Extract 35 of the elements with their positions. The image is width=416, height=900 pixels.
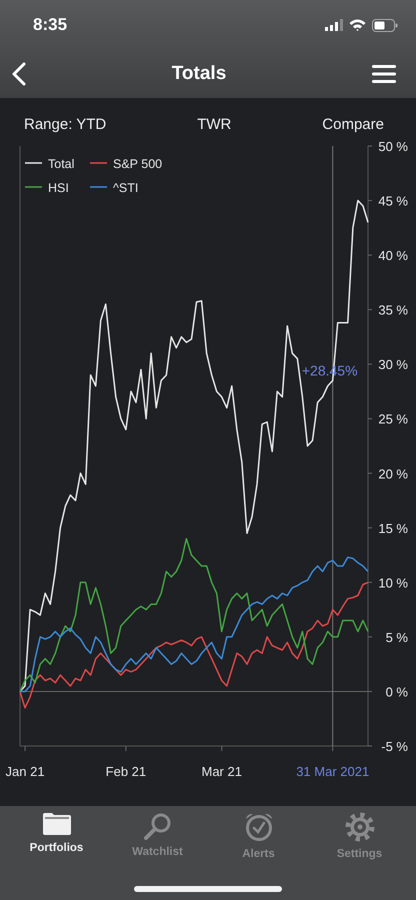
gear-icon	[344, 812, 374, 842]
legend-label: HSI	[48, 181, 69, 195]
y-axis-label: 35 %	[378, 302, 408, 318]
y-axis-label: 25 %	[378, 412, 408, 427]
chart-option-button[interactable]: Range: YTD	[22, 114, 108, 134]
x-axis-label: Mar 21	[202, 764, 242, 779]
search-icon	[142, 812, 172, 840]
folder-icon	[42, 812, 72, 836]
battery-icon	[372, 18, 398, 32]
y-axis-label: 0 %	[386, 684, 408, 700]
wifi-icon	[349, 19, 366, 31]
selected-date-label: 31 Mar 2021	[296, 764, 370, 779]
legend-label: S&P 500	[113, 157, 162, 171]
y-axis-label: 10 %	[378, 575, 408, 590]
status-time: 8:35	[33, 15, 68, 35]
x-axis-label: Feb 21	[106, 764, 146, 779]
legend-label: ^STI	[113, 181, 138, 195]
y-axis-label: 45 %	[378, 194, 408, 209]
signal-icon	[325, 19, 343, 31]
y-axis-label: 5 %	[386, 630, 408, 645]
chart-option-button[interactable]: TWR	[195, 114, 234, 134]
chart-option-button[interactable]: Compare	[320, 114, 386, 134]
y-axis-label: 40 %	[378, 248, 408, 264]
tab-bar-item[interactable]: Portfolios	[12, 810, 102, 856]
y-axis-label: 30 %	[378, 357, 408, 372]
y-axis-label: 15 %	[378, 520, 408, 536]
alarm-clock-icon	[244, 812, 274, 842]
y-axis-label: 20 %	[378, 466, 408, 482]
legend-label: Total	[48, 157, 74, 171]
y-axis-label: 50 %	[378, 140, 408, 154]
x-axis-label: Jan 21	[6, 764, 45, 779]
back-chevron-icon	[12, 62, 26, 86]
menu-icon	[372, 64, 396, 84]
screen-title: Totals	[172, 63, 226, 85]
y-axis-label: -5 %	[381, 739, 408, 754]
